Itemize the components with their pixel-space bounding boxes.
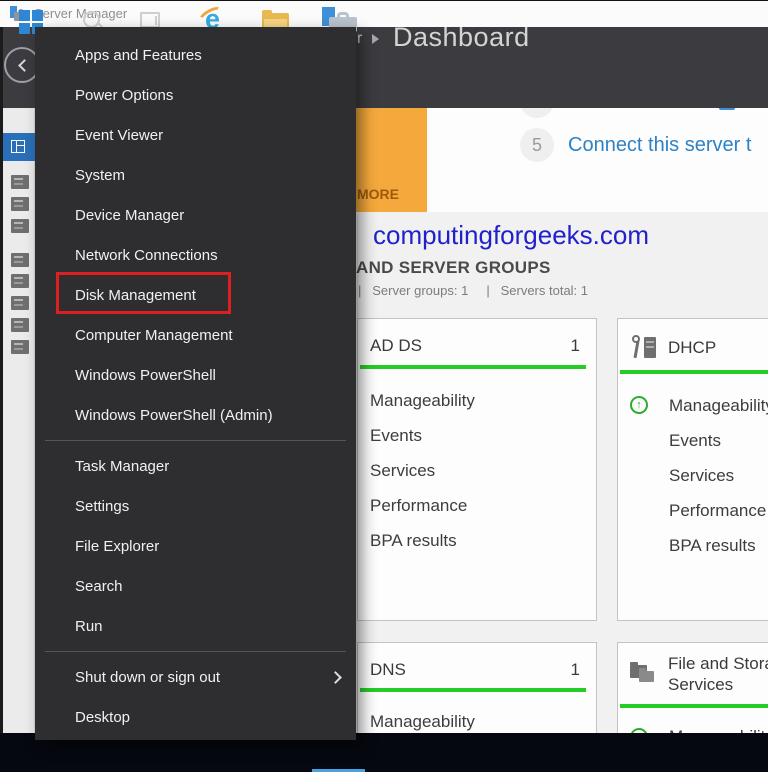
card-count-dns: 1 (570, 659, 580, 679)
card-row-events[interactable]: Events (370, 418, 596, 453)
menu-item-settings[interactable]: Settings (35, 486, 356, 526)
learn-more-label: MORE (357, 186, 399, 202)
menu-item-task-manager[interactable]: Task Manager (35, 446, 356, 486)
menu-item-file-explorer[interactable]: File Explorer (35, 526, 356, 566)
menu-item-computer-management[interactable]: Computer Management (35, 315, 356, 355)
dhcp-role-icon (630, 335, 658, 361)
menu-item-event-viewer[interactable]: Event Viewer (35, 115, 356, 155)
menu-separator (45, 651, 346, 652)
card-title-dhcp[interactable]: DHCP (668, 337, 716, 358)
role-card-dhcp: DHCP Manageability Events Services Perfo… (617, 318, 768, 621)
card-row-bpa-results[interactable]: BPA results (370, 523, 596, 558)
card-title-dns[interactable]: DNS (370, 659, 406, 680)
menu-item-search[interactable]: Search (35, 566, 356, 606)
local-server-icon[interactable] (11, 175, 29, 189)
menu-item-shut-down-or-sign-out[interactable]: Shut down or sign out (35, 657, 356, 697)
card-row-manageability[interactable]: Manageability (370, 383, 596, 418)
menu-item-desktop[interactable]: Desktop (35, 697, 356, 737)
card-row-bpa-results[interactable]: BPA results (630, 528, 768, 563)
menu-item-apps-and-features[interactable]: Apps and Features (35, 35, 356, 75)
card-row-performance[interactable]: Performance (370, 488, 596, 523)
file-storage-role-icon (630, 661, 660, 687)
iis-icon[interactable] (11, 318, 29, 332)
winx-context-menu: Apps and Features Power Options Event Vi… (35, 27, 356, 740)
menu-item-network-connections[interactable]: Network Connections (35, 235, 356, 275)
menu-item-system[interactable]: System (35, 155, 356, 195)
task-view-icon[interactable] (140, 12, 160, 28)
ad-ds-icon[interactable] (11, 219, 29, 233)
card-row-performance[interactable]: Performance (630, 493, 768, 528)
card-row-events[interactable]: Events (630, 423, 768, 458)
menu-item-device-manager[interactable]: Device Manager (35, 195, 356, 235)
menu-item-windows-powershell-admin[interactable]: Windows PowerShell (Admin) (35, 395, 356, 435)
card-row-manageability[interactable]: Manageability (630, 388, 768, 423)
window-title: Server Manager (34, 6, 128, 21)
menu-item-power-options[interactable]: Power Options (35, 75, 356, 115)
roles-section-stats: | Server groups: 1 | Servers total: 1 (358, 283, 589, 298)
submenu-chevron-icon (329, 670, 342, 684)
roles-section-heading: AND SERVER GROUPS (356, 258, 551, 277)
role-icon[interactable] (11, 340, 29, 354)
status-up-icon (630, 396, 648, 414)
sidebar-nav (0, 108, 35, 733)
role-card-ad-ds: AD DS 1 Manageability Events Services Pe… (357, 318, 597, 621)
card-row-services[interactable]: Services (370, 453, 596, 488)
card-count-ad-ds: 1 (570, 335, 580, 355)
card-title-file-storage[interactable]: File and Storage Services (668, 653, 768, 696)
menu-separator (45, 440, 346, 441)
dns-icon[interactable] (11, 274, 29, 288)
window-titlebar: Server Manager (0, 0, 768, 27)
window-left-border (0, 27, 3, 733)
sidebar-item-dashboard[interactable] (3, 133, 35, 161)
menu-item-windows-powershell[interactable]: Windows PowerShell (35, 355, 356, 395)
watermark-text: computingforgeeks.com (373, 220, 650, 250)
dhcp-icon[interactable] (11, 253, 29, 267)
step-5-circle: 5 (520, 128, 554, 162)
card-row-services[interactable]: Services (630, 458, 768, 493)
breadcrumb-arrow-icon (372, 34, 379, 44)
card-title-ad-ds[interactable]: AD DS (370, 335, 422, 356)
dashboard-icon (11, 140, 25, 153)
menu-item-run[interactable]: Run (35, 606, 356, 646)
connect-server-link[interactable]: Connect this server t (568, 134, 751, 157)
disk-management-highlight-box (56, 272, 231, 314)
back-arrow-icon (18, 59, 31, 72)
file-storage-icon[interactable] (11, 296, 29, 310)
all-servers-icon[interactable] (11, 197, 29, 211)
